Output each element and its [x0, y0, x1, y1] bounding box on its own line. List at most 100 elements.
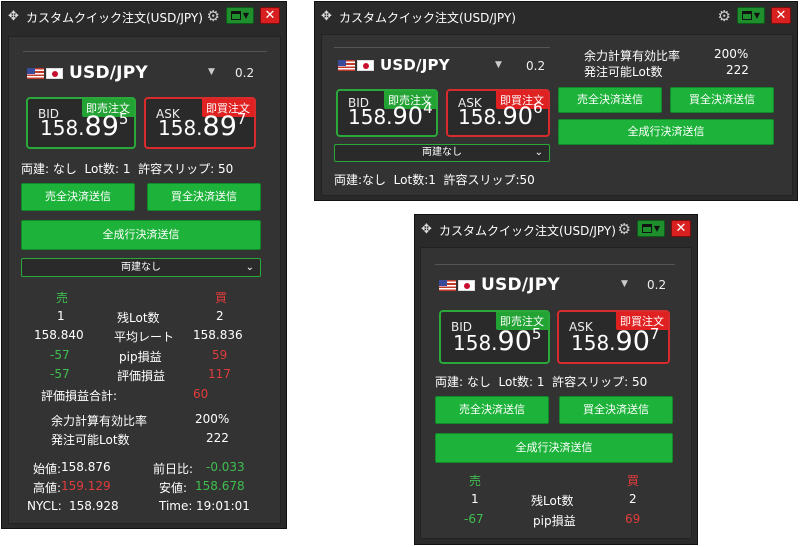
- quick-order-window-2: ✥ カスタムクイック注文(USD/JPY) ⚙ ▼ ✕ USD/JPY ▼ 0.…: [314, 1, 798, 201]
- symbol-selector[interactable]: USD/JPY: [338, 56, 450, 74]
- buy-header: 買: [627, 474, 640, 488]
- sell-pip-pl: -67: [464, 512, 484, 526]
- layout-icon: [230, 11, 241, 20]
- close-button[interactable]: ✕: [671, 220, 691, 237]
- move-arrows-icon[interactable]: ✥: [321, 10, 333, 23]
- orderable-lots-label: 発注可能Lot数: [584, 65, 663, 79]
- margin-ratio-label: 余力計算有効比率: [51, 414, 148, 428]
- all-market-settle-button[interactable]: 全成行決済送信: [21, 220, 261, 250]
- margin-ratio-label: 余力計算有効比率: [584, 49, 681, 63]
- chevron-down-icon[interactable]: ▼: [495, 60, 502, 70]
- layout-button[interactable]: ▼: [226, 7, 254, 24]
- change-label: 前日比:: [153, 462, 194, 476]
- high-label: 高値:: [33, 481, 62, 495]
- sell-settle-button[interactable]: 売全決済送信: [435, 396, 549, 424]
- move-arrows-icon[interactable]: ✥: [8, 10, 20, 23]
- layout-button[interactable]: ▼: [737, 7, 765, 24]
- chevron-down-icon[interactable]: ▼: [208, 67, 215, 77]
- jp-flag-icon: [46, 67, 63, 79]
- window-titlebar[interactable]: ✥ カスタムクイック注文(USD/JPY) ⚙ ▼ ✕: [2, 2, 286, 32]
- ask-quote-button[interactable]: ASK 即買注文 158.897: [144, 97, 256, 149]
- buy-remaining-lots: 2: [216, 309, 224, 323]
- ask-price: 158.906: [458, 99, 543, 130]
- bid-quote-button[interactable]: BID 即売注文 158.904: [336, 89, 438, 137]
- window-title: カスタムクイック注文(USD/JPY): [339, 10, 516, 25]
- nycl-label: NYCL:: [27, 499, 62, 513]
- sell-settle-button[interactable]: 売全決済送信: [558, 87, 662, 113]
- sell-remaining-lots: 1: [471, 492, 479, 506]
- sell-header: 売: [469, 474, 482, 488]
- us-flag-icon: [439, 279, 456, 291]
- gear-icon[interactable]: ⚙: [207, 8, 220, 24]
- jp-flag-icon: [357, 59, 374, 71]
- gear-icon[interactable]: ⚙: [718, 8, 731, 24]
- hedge-select[interactable]: 両建なし ⌄: [21, 258, 261, 277]
- remaining-lots-label: 残Lot数: [117, 311, 160, 325]
- high-value: 159.129: [61, 479, 111, 493]
- hedge-select[interactable]: 両建なし ⌄: [334, 144, 550, 162]
- buy-pip-pl: 69: [625, 512, 641, 526]
- chevron-down-icon: ⌄: [245, 262, 254, 273]
- symbol-selector[interactable]: USD/JPY: [27, 63, 148, 83]
- bid-quote-button[interactable]: BID 即売注文 158.905: [439, 310, 550, 364]
- open-label: 始値:: [33, 462, 62, 476]
- window-titlebar[interactable]: ✥ カスタムクイック注文(USD/JPY) ⚙ ▼ ✕: [415, 215, 697, 245]
- chevron-down-icon: ⌄: [534, 147, 543, 158]
- total-valuation-pl-value: 60: [193, 387, 209, 401]
- buy-average-rate: 158.836: [193, 328, 243, 342]
- average-rate-label: 平均レート: [114, 330, 175, 344]
- buy-pip-pl: 59: [212, 348, 228, 362]
- chevron-down-icon: ▼: [753, 10, 761, 20]
- buy-remaining-lots: 2: [629, 492, 637, 506]
- quick-order-window-1: ✥ カスタムクイック注文(USD/JPY) ⚙ ▼ ✕ USD/JPY ▼ 0.…: [1, 1, 287, 529]
- buy-settle-button[interactable]: 買全決済送信: [147, 183, 261, 211]
- bid-quote-button[interactable]: BID 即売注文 158.895: [26, 97, 136, 149]
- spread-value: 0.2: [235, 66, 255, 80]
- chevron-down-icon: ▼: [653, 223, 661, 233]
- divider: [435, 264, 675, 265]
- spread-value: 0.2: [647, 278, 667, 292]
- sell-settle-button[interactable]: 売全決済送信: [21, 183, 135, 211]
- layout-icon: [641, 224, 652, 233]
- time-label: Time:: [159, 499, 193, 513]
- window-titlebar[interactable]: ✥ カスタムクイック注文(USD/JPY) ⚙ ▼ ✕: [315, 2, 797, 32]
- buy-valuation-pl: 117: [208, 367, 231, 381]
- quick-order-window-3: ✥ カスタムクイック注文(USD/JPY) ⚙ ▼ ✕ USD/JPY ▼ 0.…: [414, 214, 698, 545]
- ask-quote-button[interactable]: ASK 即買注文 158.906: [446, 89, 550, 137]
- sell-header: 売: [56, 291, 69, 305]
- window-title: カスタムクイック注文(USD/JPY): [439, 223, 616, 238]
- sell-average-rate: 158.840: [34, 328, 84, 342]
- chevron-down-icon[interactable]: ▼: [621, 279, 628, 289]
- divider: [23, 51, 267, 52]
- open-value: 158.876: [61, 460, 111, 474]
- spread-value: 0.2: [526, 59, 546, 73]
- sell-remaining-lots: 1: [57, 309, 65, 323]
- chevron-down-icon: ▼: [242, 10, 250, 20]
- move-arrows-icon[interactable]: ✥: [421, 223, 433, 236]
- margin-ratio-value: 200%: [195, 412, 230, 426]
- window-title: カスタムクイック注文(USD/JPY): [26, 10, 203, 25]
- orderable-lots-value: 222: [726, 63, 749, 77]
- remaining-lots-label: 残Lot数: [531, 494, 574, 508]
- total-valuation-pl-label: 評価損益合計:: [41, 389, 118, 403]
- pip-pl-label: pip損益: [533, 514, 576, 528]
- gear-icon[interactable]: ⚙: [618, 221, 631, 237]
- orderable-lots-value: 222: [206, 431, 229, 445]
- close-button[interactable]: ✕: [260, 7, 280, 24]
- symbol-selector[interactable]: USD/JPY: [439, 275, 560, 295]
- symbol-label: USD/JPY: [69, 63, 148, 83]
- orderable-lots-label: 発注可能Lot数: [51, 433, 130, 447]
- ask-quote-button[interactable]: ASK 即買注文 158.907: [557, 310, 670, 364]
- layout-button[interactable]: ▼: [637, 220, 665, 237]
- buy-settle-button[interactable]: 買全決済送信: [559, 396, 673, 424]
- bid-price: 158.895: [40, 110, 129, 142]
- buy-settle-button[interactable]: 買全決済送信: [670, 87, 774, 113]
- us-flag-icon: [27, 67, 44, 79]
- all-market-settle-button[interactable]: 全成行決済送信: [435, 433, 673, 463]
- all-market-settle-button[interactable]: 全成行決済送信: [558, 119, 774, 145]
- ask-price: 158.897: [158, 110, 247, 142]
- ask-price: 158.907: [571, 325, 660, 357]
- low-label: 安値:: [159, 481, 188, 495]
- nycl-value: 158.928: [69, 499, 119, 513]
- close-button[interactable]: ✕: [771, 7, 791, 24]
